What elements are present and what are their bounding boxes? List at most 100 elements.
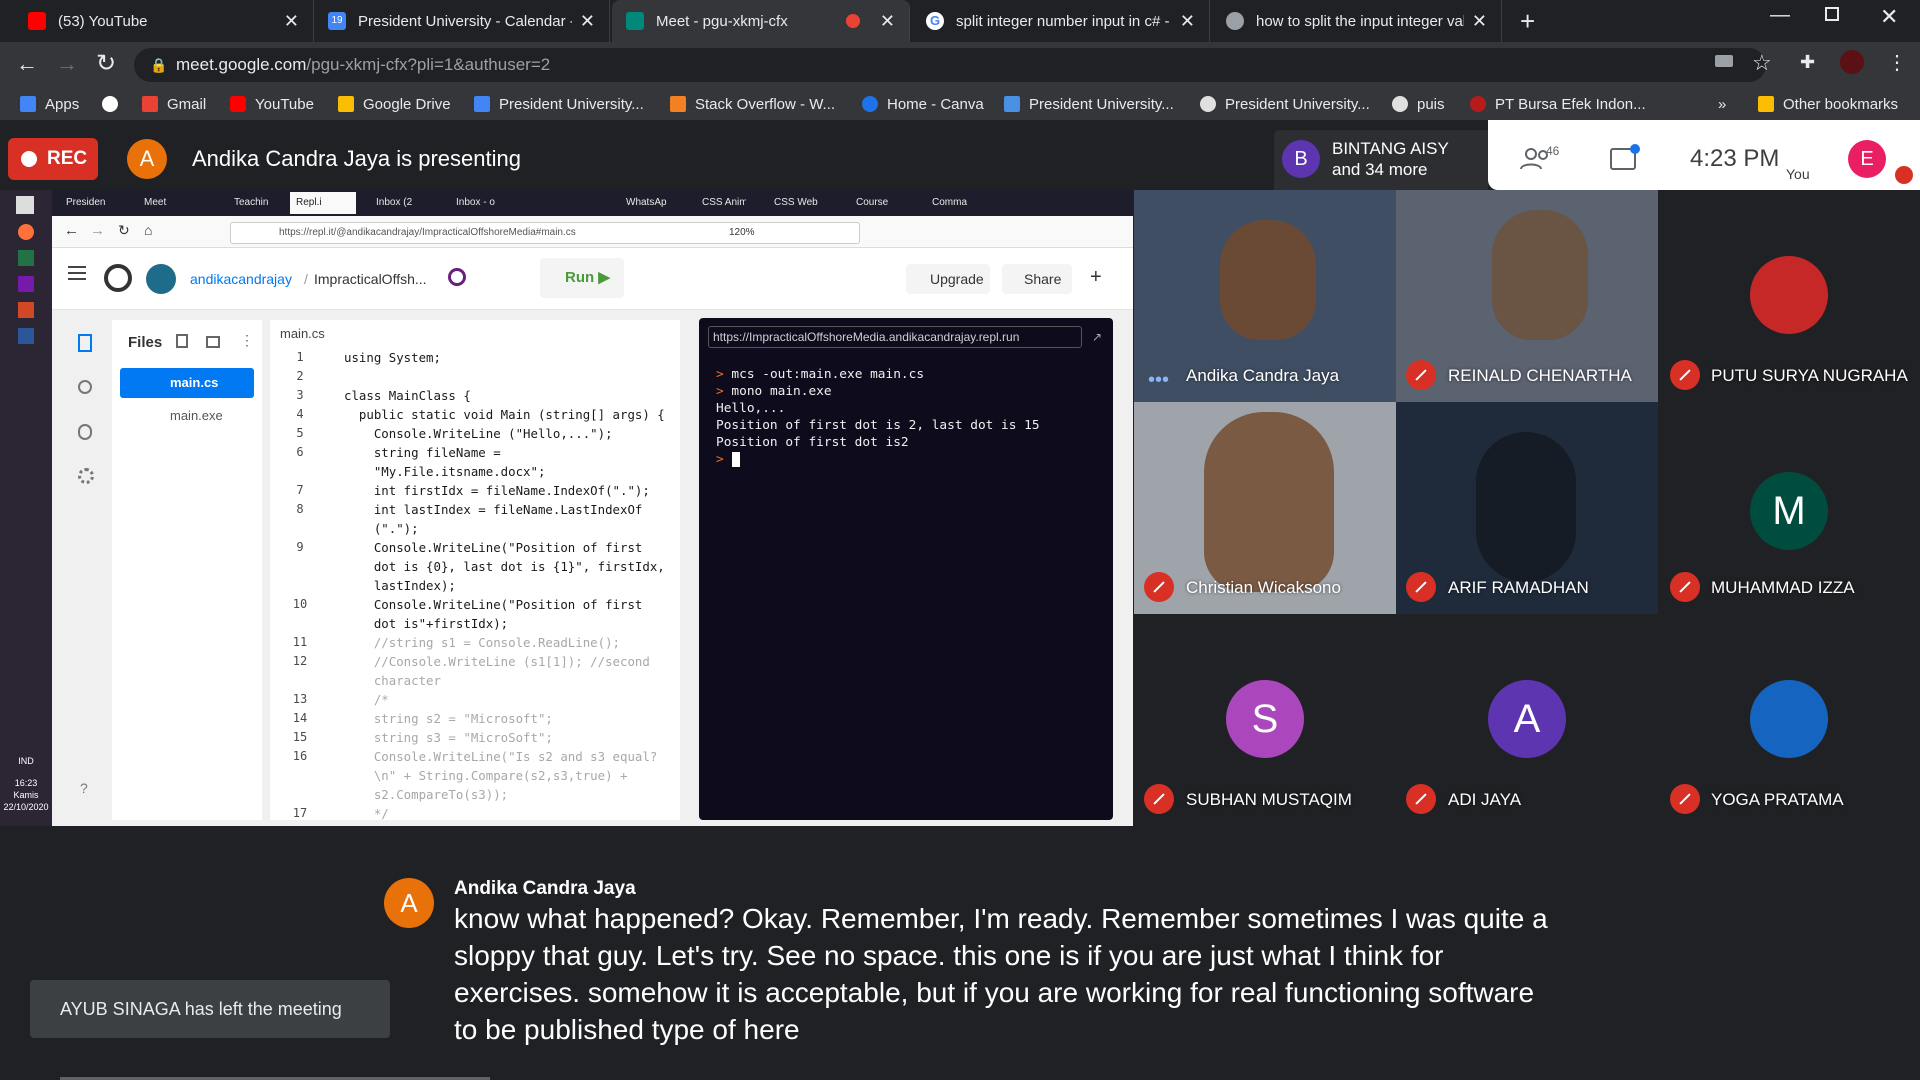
windows-start-icon[interactable] xyxy=(16,196,34,214)
browser-tab-youtube[interactable]: (53) YouTube ✕ xyxy=(14,0,314,42)
bookmark-star-icon[interactable]: ☆ xyxy=(1752,50,1772,76)
camera-blocked-icon[interactable] xyxy=(1715,55,1733,67)
new-file-icon[interactable] xyxy=(176,334,188,348)
bookmark-gmail[interactable]: Gmail xyxy=(142,93,206,115)
profile-avatar[interactable] xyxy=(1840,50,1864,74)
bookmarks-overflow-chevron[interactable]: » xyxy=(1718,93,1726,115)
version-control-icon[interactable] xyxy=(78,380,92,394)
bookmark-puis[interactable]: puis xyxy=(1392,93,1445,115)
restore-icon[interactable] xyxy=(1825,7,1839,21)
university-icon xyxy=(1392,96,1408,112)
code-line: 15 string s3 = "MicroSoft"; xyxy=(280,730,690,749)
share-button[interactable]: Share xyxy=(1002,264,1072,294)
bookmark-canva[interactable]: Home - Canva xyxy=(862,93,984,115)
add-plus-icon[interactable]: + xyxy=(1090,266,1102,289)
repl-project-name[interactable]: ImpracticalOffsh... xyxy=(314,271,427,287)
close-icon[interactable]: ✕ xyxy=(1180,11,1195,32)
repl-user-link[interactable]: andikacandrajay xyxy=(190,271,292,287)
avatar-initial: A xyxy=(139,146,155,171)
self-muted-mic-icon[interactable] xyxy=(1895,166,1913,184)
new-folder-icon[interactable] xyxy=(206,336,220,348)
url-path: /pgu-xkmj-cfx?pli=1&authuser=2 xyxy=(306,55,551,74)
firefox-icon[interactable] xyxy=(18,224,34,240)
code-line: 16 Console.WriteLine("Is s2 and s3 equal… xyxy=(280,749,690,768)
close-icon[interactable]: ✕ xyxy=(284,11,299,32)
hamburger-icon[interactable] xyxy=(68,272,86,274)
code-editor[interactable]: main.cs 1 using System; 2 3 class MainClass … xyxy=(270,320,680,821)
onenote-icon[interactable] xyxy=(18,276,34,292)
firefox-tab[interactable]: Teachin xyxy=(228,192,288,214)
browser-tab-howto[interactable]: how to split the input integer val ✕ xyxy=(1212,0,1502,42)
browser-tab-google-search[interactable]: G split integer number input in c# - ✕ xyxy=(912,0,1210,42)
firefox-tab[interactable]: Meet xyxy=(138,192,194,214)
ff-back-icon[interactable]: ← xyxy=(64,222,79,239)
console-url[interactable]: https://ImpracticalOffshoreMedia.andikac… xyxy=(708,326,1082,348)
database-icon[interactable] xyxy=(78,424,92,440)
firefox-tab[interactable]: CSS Web xyxy=(768,192,818,214)
files-icon[interactable] xyxy=(78,334,92,352)
open-external-icon[interactable]: ↗ xyxy=(1092,330,1102,344)
bursa-efek-icon xyxy=(1470,96,1486,112)
muted-mic-icon xyxy=(1144,784,1174,814)
settings-gear-icon[interactable] xyxy=(78,468,94,484)
bookmark-president-university-3[interactable]: President University... xyxy=(1200,93,1370,115)
ff-forward-icon[interactable]: → xyxy=(90,222,105,239)
close-icon[interactable]: ✕ xyxy=(1472,11,1487,32)
run-button[interactable]: Run ▶ xyxy=(540,258,624,298)
address-bar[interactable]: 🔒 meet.google.com/pgu-xkmj-cfx?pli=1&aut… xyxy=(134,48,1766,82)
bookmark-google-drive[interactable]: Google Drive xyxy=(338,93,451,115)
bookmark-president-university-2[interactable]: President University... xyxy=(1004,93,1174,115)
bookmark-stack-overflow[interactable]: Stack Overflow - W... xyxy=(670,93,835,115)
word-icon[interactable] xyxy=(18,328,34,344)
minimize-icon[interactable]: — xyxy=(1770,4,1790,27)
help-icon[interactable]: ? xyxy=(80,780,88,796)
firefox-tab[interactable]: WhatsAp xyxy=(620,192,680,214)
powerpoint-icon[interactable] xyxy=(18,302,34,318)
firefox-tab[interactable]: Presiden xyxy=(60,192,122,214)
bookmark-other[interactable]: Other bookmarks xyxy=(1758,93,1898,115)
firefox-url-field[interactable]: https://repl.it/@andikacandrajay/Impract… xyxy=(230,222,860,244)
browser-tab-meet[interactable]: Meet - pgu-xkmj-cfx ✕ xyxy=(612,0,910,42)
browser-tab-calendar[interactable]: 19 President University - Calendar - ✕ xyxy=(314,0,610,42)
back-arrow-icon[interactable]: ← xyxy=(16,51,38,77)
excel-icon[interactable] xyxy=(18,250,34,266)
new-tab-plus-icon[interactable]: + xyxy=(1520,6,1535,37)
firefox-tab[interactable]: Course xyxy=(850,192,896,214)
muted-mic-icon xyxy=(1670,572,1700,602)
more-dots-icon[interactable]: ⋮ xyxy=(240,332,254,349)
files-pane: Files ⋮ main.cs main.exe xyxy=(112,320,262,820)
rec-badge: REC xyxy=(8,138,98,180)
reload-icon[interactable]: ↻ xyxy=(96,49,116,78)
code-line: "My.File.itsname.docx"; xyxy=(280,464,690,483)
upgrade-button[interactable]: Upgrade xyxy=(906,264,990,294)
file-item-main-cs[interactable]: main.cs xyxy=(120,368,254,398)
participant-avatar: S xyxy=(1226,680,1304,758)
ff-reload-icon[interactable]: ↻ xyxy=(118,222,130,239)
firefox-tab[interactable]: CSS Anim xyxy=(696,192,746,214)
ff-zoom[interactable]: 120% xyxy=(729,223,755,243)
forward-arrow-icon[interactable]: → xyxy=(56,51,78,77)
code-line: 14 string s2 = "Microsoft"; xyxy=(280,711,690,730)
menu-dots-icon[interactable]: ⋮ xyxy=(1887,50,1907,75)
presenting-banner: Andika Candra Jaya is presenting xyxy=(192,146,521,171)
taskbar-lang: IND xyxy=(18,756,34,766)
bookmark-youtube[interactable]: YouTube xyxy=(230,93,314,115)
ff-home-icon[interactable]: ⌂ xyxy=(144,222,152,238)
user-avatar[interactable] xyxy=(146,264,176,294)
firefox-tab[interactable]: Comma xyxy=(926,192,976,214)
bookmark-google[interactable] xyxy=(102,93,127,115)
bookmark-apps[interactable]: Apps xyxy=(20,93,79,115)
file-item-main-exe[interactable]: main.exe xyxy=(170,408,223,423)
bookmark-bursa-efek[interactable]: PT Bursa Efek Indon... xyxy=(1470,93,1646,115)
extensions-icon[interactable]: ✚ xyxy=(1800,52,1815,73)
firefox-tab[interactable]: Inbox (2 xyxy=(370,192,432,214)
editor-tab[interactable]: main.cs xyxy=(280,326,325,341)
link-icon xyxy=(1004,96,1020,112)
window-close-icon[interactable]: ✕ xyxy=(1880,4,1898,30)
bookmark-president-calendar[interactable]: President University... xyxy=(474,93,644,115)
replit-logo-icon[interactable] xyxy=(104,264,132,292)
firefox-tab-active[interactable]: Repl.i xyxy=(290,192,356,214)
firefox-tab[interactable]: Inbox - o xyxy=(450,192,516,214)
close-icon[interactable]: ✕ xyxy=(580,11,595,32)
close-icon[interactable]: ✕ xyxy=(880,11,895,32)
